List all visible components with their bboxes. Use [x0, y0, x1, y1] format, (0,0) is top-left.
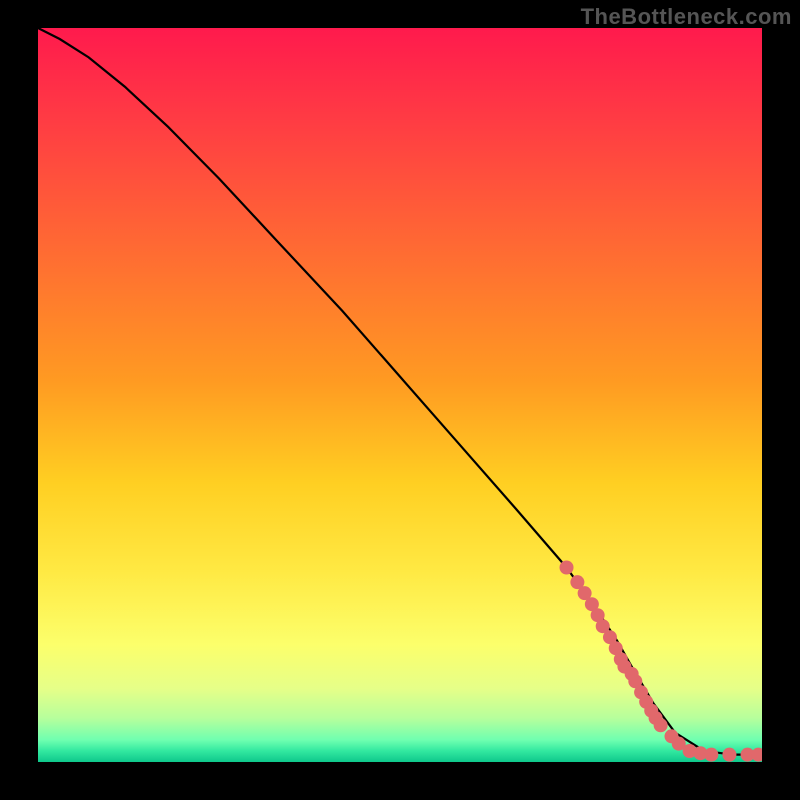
- scatter-dot: [704, 748, 718, 762]
- scatter-dot: [654, 718, 668, 732]
- chart-stage: TheBottleneck.com: [0, 0, 800, 800]
- scatter-dot: [560, 560, 574, 574]
- chart-svg: [38, 28, 762, 762]
- watermark-text: TheBottleneck.com: [581, 4, 792, 30]
- scatter-dot: [722, 748, 736, 762]
- plot-background: [38, 28, 762, 762]
- chart-plot: [38, 28, 762, 762]
